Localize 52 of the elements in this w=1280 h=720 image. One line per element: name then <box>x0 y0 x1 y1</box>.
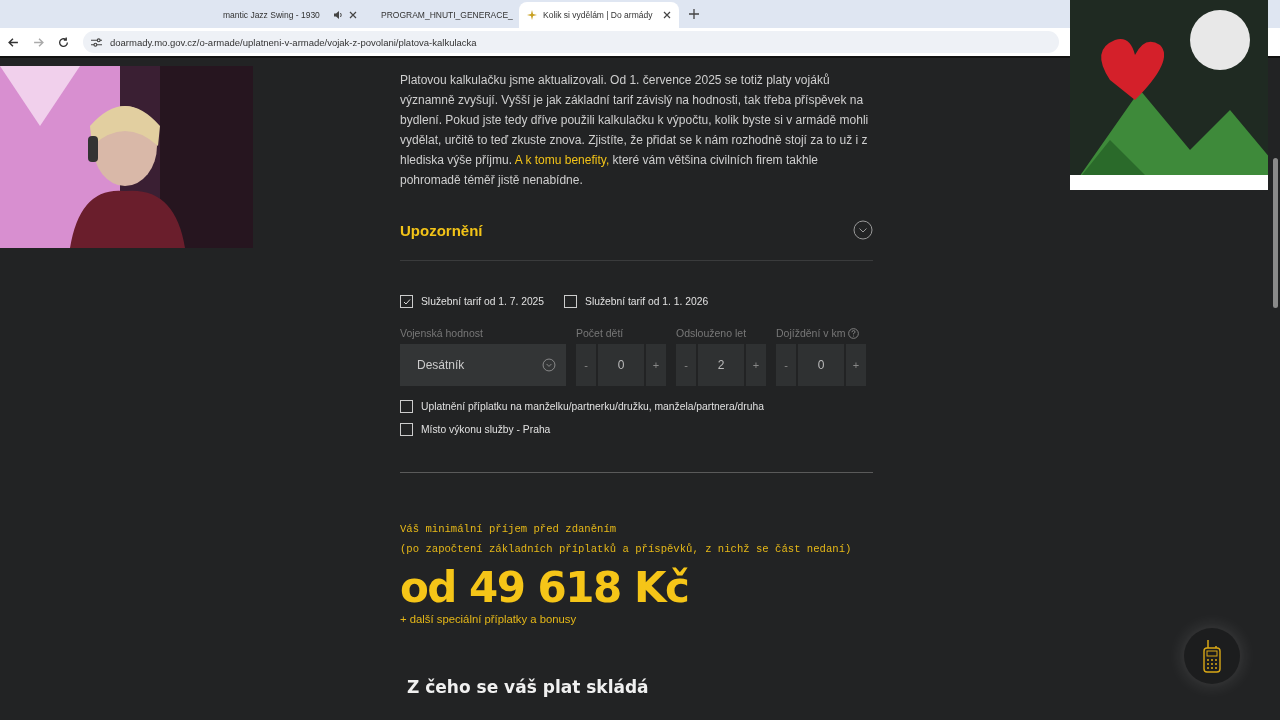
scrollbar-thumb[interactable] <box>1273 158 1278 308</box>
browser-tab[interactable]: mantic Jazz Swing - 1930 <box>215 2 365 28</box>
decrement-button[interactable]: - <box>676 344 696 386</box>
browser-tab[interactable]: Kolik si vydělám | Do armády <box>519 2 679 28</box>
chevron-down-icon <box>542 358 556 372</box>
accordion-header[interactable]: Upozornění <box>400 190 873 261</box>
field-label: Dojíždění v km <box>776 327 846 339</box>
checkbox[interactable] <box>400 295 413 308</box>
browser-tab[interactable]: PROGRAM_HNUTI_GENERACE_ <box>367 2 517 28</box>
checkbox-label: Služební tarif od 1. 7. 2025 <box>421 296 545 307</box>
tab-title: Kolik si vydělám | Do armády <box>543 10 654 20</box>
increment-button[interactable]: + <box>846 344 866 386</box>
back-icon[interactable] <box>8 36 19 48</box>
reload-icon[interactable] <box>58 36 69 48</box>
help-icon[interactable] <box>848 327 860 339</box>
rank-select[interactable]: Desátník <box>400 344 566 386</box>
section-heading: Z čeho se váš plat skládá <box>407 677 650 697</box>
close-icon[interactable] <box>663 11 671 19</box>
number-field[interactable]: 0 <box>798 344 844 386</box>
result-note: (po započtení základních příplatků a příspěvků, z nichž se část nedaní) <box>400 542 853 557</box>
chevron-down-icon[interactable] <box>853 220 873 240</box>
check-icon <box>402 297 411 306</box>
extra-bonuses-text: + další speciální příplatky a bonusy <box>400 613 578 625</box>
tab-title: mantic Jazz Swing - 1930 <box>223 10 321 20</box>
speaker-icon[interactable] <box>333 10 343 20</box>
decrement-button[interactable]: - <box>776 344 796 386</box>
result-caption: Váš minimální příjem před zdaněním <box>400 522 618 537</box>
checkbox-label: Místo výkonu služby - Praha <box>421 424 551 435</box>
checkbox[interactable] <box>564 295 578 308</box>
salary-amount: od 49 618 Kč <box>400 563 690 613</box>
benefits-link[interactable]: A k tomu benefity, <box>514 153 610 167</box>
increment-button[interactable]: + <box>646 344 666 386</box>
tab-title: PROGRAM_HNUTI_GENERACE_ <box>381 10 513 20</box>
checkbox[interactable] <box>400 400 413 413</box>
star-icon <box>527 10 537 20</box>
checkbox-label: Uplatnění příplatku na manželku/partnerku/družku, manžela/partnera/druha <box>421 401 764 412</box>
intro-paragraph: Platovou kalkulačku jsme aktualizovali. Od 1. července 2025 se totiž platy vojáků významně zvyšují. Vyšší je jak základní tarif závislý na hodnosti, tak třeba příspěvek na bydlení. Pokud jste tedy dříve použili kalkulačku k výpočtu, kolik byste si v armádě mohli vydělat, určitě to teď zkuste znova. Zjistíte, že přidat se k nám rozhodně stojí za to už i z hlediska výše příjmu. A k tomu benefity, které vám většina civilních firem takhle pohromadě téměř jistě nenabídne. <box>400 72 870 189</box>
close-icon[interactable] <box>349 11 357 19</box>
number-field[interactable]: 0 <box>598 344 644 386</box>
accordion-title: Upozornění <box>400 221 483 239</box>
checkbox-label: Služební tarif od 1. 1. 2026 <box>585 296 709 307</box>
walkie-talkie-icon <box>1203 639 1221 673</box>
checkbox[interactable] <box>400 423 413 436</box>
increment-button[interactable]: + <box>746 344 766 386</box>
site-settings-icon[interactable] <box>91 36 102 48</box>
number-field[interactable]: 2 <box>698 344 744 386</box>
field-label: Vojenská hodnost <box>400 326 484 340</box>
field-label: Počet dětí <box>576 327 624 339</box>
field-label: Odslouženo let <box>676 327 747 339</box>
decrement-button[interactable]: - <box>576 344 596 386</box>
radio-chat-button[interactable] <box>1184 628 1240 684</box>
address-field[interactable]: doarmady.mo.gov.cz/o-armade/uplatneni-v-armade/vojak-z-povolani/platova-kalkulacka <box>83 31 1059 53</box>
